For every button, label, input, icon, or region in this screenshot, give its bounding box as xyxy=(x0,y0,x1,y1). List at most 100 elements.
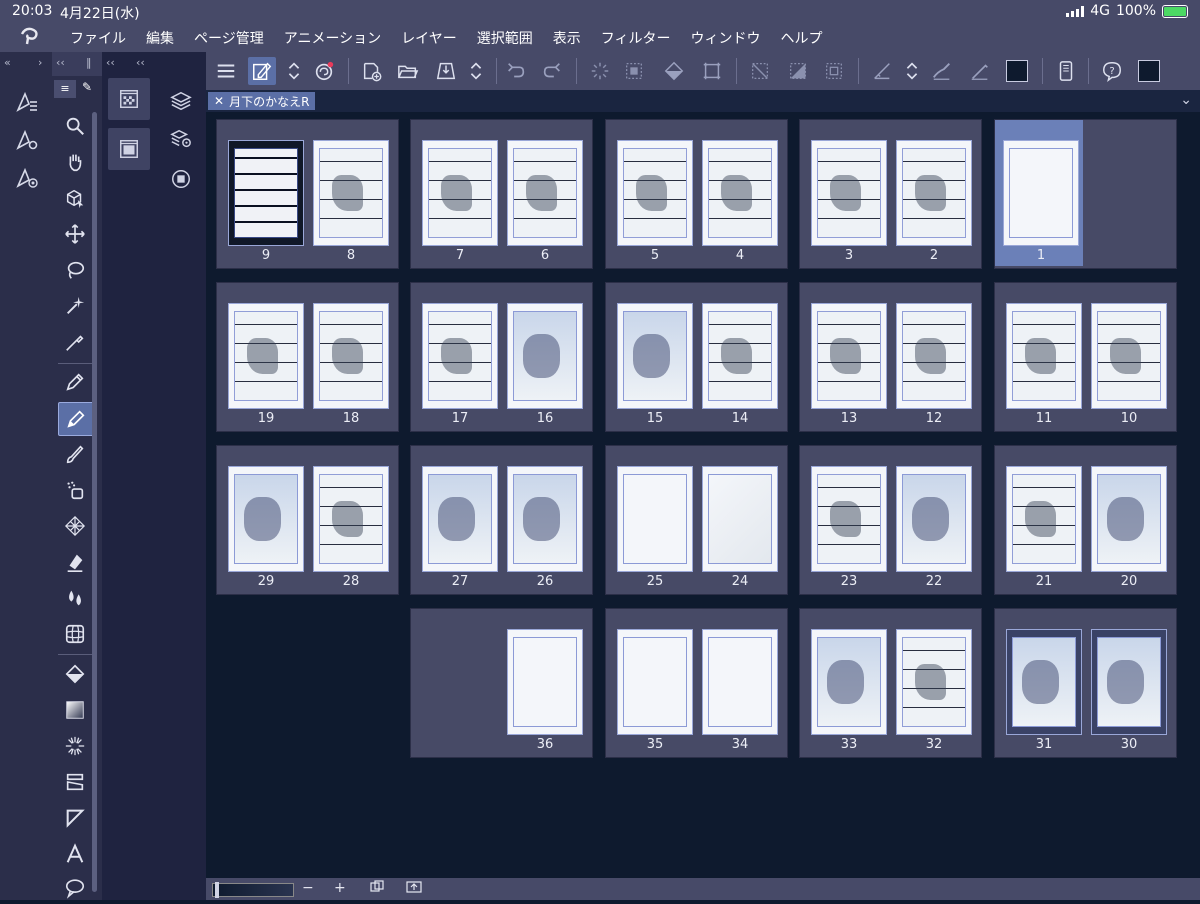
fill-selection-icon[interactable] xyxy=(660,57,688,85)
app-logo-icon[interactable] xyxy=(0,26,60,51)
page-thumbnail[interactable] xyxy=(1006,466,1082,572)
object-tool-icon[interactable] xyxy=(58,182,92,214)
zoom-out-button[interactable]: − xyxy=(302,880,314,896)
spread[interactable]: 7 6 xyxy=(411,120,592,268)
page-thumbnail[interactable] xyxy=(811,303,887,409)
layer-property-icon[interactable] xyxy=(168,126,194,152)
page-thumbnail[interactable] xyxy=(1006,629,1082,735)
page-thumbnail[interactable] xyxy=(1006,303,1082,409)
slider-knob[interactable] xyxy=(215,882,219,898)
page-thumbnail[interactable] xyxy=(811,629,887,735)
spread[interactable]: 15 14 xyxy=(606,283,787,431)
smartphone-icon[interactable] xyxy=(1052,57,1080,85)
menu-animation[interactable]: アニメーション xyxy=(274,28,391,48)
page-thumbnail[interactable] xyxy=(313,466,389,572)
expand-subtools-icon[interactable]: ‹‹ xyxy=(136,56,145,69)
airbrush-icon[interactable] xyxy=(58,474,92,506)
brush-tool-icon[interactable] xyxy=(58,438,92,470)
page-thumbnail[interactable] xyxy=(617,466,693,572)
spread[interactable]: 9 8 xyxy=(217,120,398,268)
open-folder-icon[interactable] xyxy=(394,57,422,85)
duplicate-view-icon[interactable] xyxy=(370,880,384,898)
save-icon[interactable] xyxy=(432,57,460,85)
collapse-left-icon[interactable]: « xyxy=(4,56,11,69)
page-thumbnail[interactable] xyxy=(507,303,583,409)
page-thumbnail[interactable] xyxy=(702,140,778,246)
snap-options-icon[interactable] xyxy=(898,57,926,85)
eraser-tool-icon[interactable] xyxy=(58,546,92,578)
transform-icon[interactable] xyxy=(698,57,726,85)
undo-icon[interactable] xyxy=(502,57,530,85)
pen-tool-icon[interactable] xyxy=(58,366,92,398)
pen-settings-icon[interactable] xyxy=(14,128,40,154)
spread[interactable]: 19 18 xyxy=(217,283,398,431)
spread[interactable]: 11 10 xyxy=(995,283,1176,431)
page-thumbnail[interactable] xyxy=(811,466,887,572)
page-thumbnail[interactable] xyxy=(811,140,887,246)
new-page-icon[interactable] xyxy=(358,57,386,85)
pen-target-icon[interactable] xyxy=(14,166,40,192)
page-thumbnail[interactable] xyxy=(228,140,304,246)
sub-color-swatch[interactable] xyxy=(1138,60,1160,82)
page-thumbnail[interactable] xyxy=(1091,466,1167,572)
page-thumbnail[interactable] xyxy=(422,466,498,572)
blend-tool-icon[interactable] xyxy=(58,582,92,614)
page-thumbnail[interactable] xyxy=(228,466,304,572)
balloon-tool-icon[interactable] xyxy=(58,872,92,904)
figure-effect-icon[interactable] xyxy=(58,730,92,762)
spread[interactable]: 17 16 xyxy=(411,283,592,431)
liquify-mesh-icon[interactable] xyxy=(58,618,92,650)
menu-page-management[interactable]: ページ管理 xyxy=(184,28,274,48)
select-all-icon[interactable] xyxy=(820,57,848,85)
menu-window[interactable]: ウィンドウ xyxy=(681,28,771,48)
ruler-snap-icon[interactable] xyxy=(868,57,896,85)
text-tool-icon[interactable] xyxy=(58,838,92,870)
pencil-tool-icon[interactable] xyxy=(58,402,94,436)
page-thumbnail[interactable] xyxy=(1091,629,1167,735)
zoom-in-button[interactable]: + xyxy=(334,880,346,896)
clear-icon[interactable] xyxy=(586,57,614,85)
fit-view-icon[interactable] xyxy=(406,880,422,898)
page-texture-icon[interactable] xyxy=(108,78,150,120)
expand-right-icon[interactable]: › xyxy=(38,56,42,69)
brush-opacity-icon[interactable] xyxy=(966,57,994,85)
menu-view[interactable]: 表示 xyxy=(543,28,591,48)
clear-outside-icon[interactable] xyxy=(620,57,648,85)
layers-icon[interactable] xyxy=(168,88,194,114)
spread[interactable]: 25 24 xyxy=(606,446,787,594)
invert-selection-icon[interactable] xyxy=(784,57,812,85)
tool-menu-icon[interactable]: ≡ xyxy=(54,80,76,98)
spread[interactable]: 27 26 xyxy=(411,446,592,594)
chevron-down-icon[interactable]: ⌄ xyxy=(1180,92,1192,108)
menu-file[interactable]: ファイル xyxy=(60,28,136,48)
spread-selected[interactable]: 1 xyxy=(995,120,1176,268)
spread[interactable]: 21 20 xyxy=(995,446,1176,594)
spread[interactable]: 23 22 xyxy=(800,446,981,594)
page-thumbnail[interactable] xyxy=(617,303,693,409)
navigator-icon[interactable] xyxy=(168,166,194,192)
pen-list-icon[interactable] xyxy=(14,90,40,116)
lasso-tool-icon[interactable] xyxy=(58,254,92,286)
spread[interactable]: 29 28 xyxy=(217,446,398,594)
edit-page-icon[interactable] xyxy=(248,57,276,85)
spread[interactable]: 36 xyxy=(411,609,592,757)
page-thumbnail[interactable] xyxy=(617,629,693,735)
page-image-icon[interactable] xyxy=(108,128,150,170)
page-thumbnail[interactable] xyxy=(507,629,583,735)
tool-scrollbar[interactable] xyxy=(92,112,97,892)
menu-layer[interactable]: レイヤー xyxy=(391,28,467,48)
gradient-tool-icon[interactable] xyxy=(58,694,92,726)
page-thumbnail[interactable] xyxy=(896,303,972,409)
page-thumbnail[interactable] xyxy=(702,466,778,572)
eyedropper-icon[interactable] xyxy=(58,326,92,358)
menu-edit[interactable]: 編集 xyxy=(136,28,184,48)
hand-tool-icon[interactable] xyxy=(58,146,92,178)
menu-hamburger-icon[interactable] xyxy=(212,57,240,85)
page-thumbnail[interactable] xyxy=(313,303,389,409)
move-tool-icon[interactable] xyxy=(58,218,92,250)
expand-collapse-icon[interactable] xyxy=(280,57,308,85)
page-thumbnail[interactable] xyxy=(896,466,972,572)
page-thumbnail[interactable] xyxy=(702,303,778,409)
thumbnail-size-slider[interactable] xyxy=(212,882,294,898)
document-tab[interactable]: ✕ 月下のかなえR xyxy=(208,92,316,110)
